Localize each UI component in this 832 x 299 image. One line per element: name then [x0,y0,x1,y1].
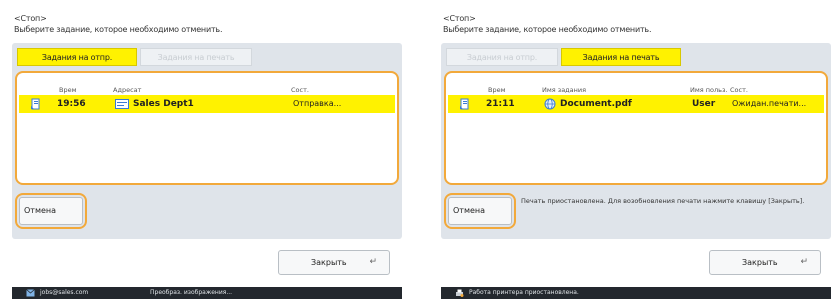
job-panel: Задания на отпр. Задания на печать Врем … [441,43,831,239]
column-header-address: Адресат [113,86,142,94]
printer-paused-icon [456,289,464,297]
job-row[interactable]: 21:11 Document.pdf User Ожидан.печати... [448,95,824,113]
send-jobs-screen: <Стоп> Выберите задание, которое необход… [12,0,402,299]
job-row[interactable]: 19:56 Sales Dept1 Отправка... [19,95,395,113]
job-name: Document.pdf [560,99,632,109]
cancel-button[interactable]: Отмена [19,197,83,225]
print-jobs-screen: <Стоп> Выберите задание, которое необход… [441,0,831,299]
job-status: Ожидан.печати... [732,99,807,108]
job-panel: Задания на отпр. Задания на печать Врем … [12,43,402,239]
status-bar: jobs@sales.com Преобраз. изображения... [12,287,402,299]
tab-print-jobs[interactable]: Задания на печать [140,48,252,66]
document-job-icon [31,98,40,110]
enter-arrow-icon: ↵ [369,257,377,267]
cancel-button[interactable]: Отмена [448,197,512,225]
status-email: jobs@sales.com [40,289,89,296]
close-button-label: Закрыть [311,258,347,267]
document-job-icon [460,98,469,110]
email-icon [26,289,35,297]
column-header-time: Врем [59,86,77,94]
address-book-icon [115,99,129,109]
job-list: Врем Имя задания Имя польз. Сост. 21:11 … [444,71,828,185]
column-header-status: Сост. [291,86,309,94]
column-header-time: Врем [488,86,506,94]
status-bar: Работа принтера приостановлена. [441,287,831,299]
job-list: Врем Адресат Сост. 19:56 Sales Dept1 Отп… [15,71,399,185]
tab-print-jobs[interactable]: Задания на печать [561,48,681,66]
instruction-text: Выберите задание, которое необходимо отм… [14,25,223,34]
column-header-job-name: Имя задания [542,86,587,94]
column-header-status: Сост. [730,86,748,94]
job-status: Отправка... [293,99,342,108]
cancel-focus: Отмена [15,193,87,229]
close-button-label: Закрыть [742,258,778,267]
tab-send-jobs[interactable]: Задания на отпр. [17,48,137,66]
instruction-text: Выберите задание, которое необходимо отм… [443,25,652,34]
print-paused-message: Печать приостановлена. Для возобновления… [521,197,805,205]
stop-title: <Стоп> [443,14,476,23]
job-time: 19:56 [57,99,86,109]
status-message: Преобраз. изображения... [150,289,233,296]
tab-send-jobs[interactable]: Задания на отпр. [446,48,558,66]
stop-title: <Стоп> [14,14,47,23]
close-button[interactable]: Закрыть ↵ [709,250,821,275]
job-user: User [692,99,716,109]
column-header-user-name: Имя польз. [690,86,728,94]
job-address: Sales Dept1 [133,99,194,109]
enter-arrow-icon: ↵ [800,257,808,267]
cancel-focus: Отмена [444,193,516,229]
globe-icon [544,98,556,110]
close-button[interactable]: Закрыть ↵ [278,250,390,275]
status-message: Работа принтера приостановлена. [469,289,579,296]
job-time: 21:11 [486,99,515,109]
